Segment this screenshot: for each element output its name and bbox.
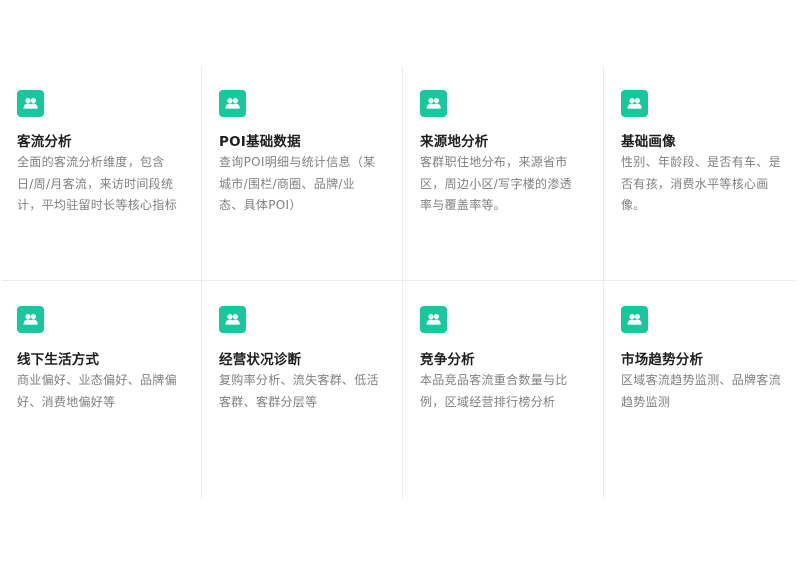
- feature-card-basic-profile[interactable]: 基础画像 性别、年龄段、是否有车、是否有孩，消费水平等核心画像。: [604, 66, 800, 281]
- feature-card-poi-data[interactable]: POI基础数据 查询POI明细与统计信息（某城市/围栏/商圈、品牌/业态、具体P…: [202, 66, 402, 281]
- feature-card-customer-flow[interactable]: 客流分析 全面的客流分析维度，包含日/周/月客流，来访时间段统计，平均驻留时长等…: [0, 66, 200, 281]
- users-icon: [420, 306, 447, 333]
- users-icon: [621, 306, 648, 333]
- feature-description: 本品竞品客流重合数量与比例，区域经营排行榜分析: [420, 373, 568, 409]
- feature-title: 竞争分析: [420, 352, 475, 368]
- feature-description: 客群职住地分布，来源省市区，周边小区/写字楼的渗透率与覆盖率等。: [420, 155, 572, 212]
- feature-description: 区域客流趋势监测、品牌客流趋势监测: [621, 373, 781, 409]
- feature-description: 性别、年龄段、是否有车、是否有孩，消费水平等核心画像。: [621, 155, 781, 212]
- feature-card-origin-analysis[interactable]: 来源地分析 客群职住地分布，来源省市区，周边小区/写字楼的渗透率与覆盖率等。: [403, 66, 603, 281]
- users-icon: [621, 90, 648, 117]
- feature-card-competition-analysis[interactable]: 竞争分析 本品竞品客流重合数量与比例，区域经营排行榜分析: [403, 281, 603, 496]
- feature-description: 复购率分析、流失客群、低活客群、客群分层等: [219, 373, 379, 409]
- feature-description: 商业偏好、业态偏好、品牌偏好、消费地偏好等: [17, 373, 177, 409]
- feature-card-offline-lifestyle[interactable]: 线下生活方式 商业偏好、业态偏好、品牌偏好、消费地偏好等: [0, 281, 200, 496]
- users-icon: [420, 90, 447, 117]
- feature-title: 基础画像: [621, 134, 676, 150]
- users-icon: [219, 90, 246, 117]
- feature-title: 客流分析: [17, 134, 72, 150]
- feature-title: 市场趋势分析: [621, 352, 704, 368]
- feature-card-business-diagnosis[interactable]: 经营状况诊断 复购率分析、流失客群、低活客群、客群分层等: [202, 281, 402, 496]
- feature-title: 经营状况诊断: [219, 352, 302, 368]
- users-icon: [219, 306, 246, 333]
- feature-grid: 客流分析 全面的客流分析维度，包含日/周/月客流，来访时间段统计，平均驻留时长等…: [0, 66, 800, 498]
- users-icon: [17, 306, 44, 333]
- feature-description: 查询POI明细与统计信息（某城市/围栏/商圈、品牌/业态、具体POI）: [219, 155, 376, 212]
- feature-title: 来源地分析: [420, 134, 489, 150]
- feature-card-market-trend[interactable]: 市场趋势分析 区域客流趋势监测、品牌客流趋势监测: [604, 281, 800, 496]
- feature-title: 线下生活方式: [17, 352, 100, 368]
- feature-title: POI基础数据: [219, 134, 301, 150]
- users-icon: [17, 90, 44, 117]
- feature-description: 全面的客流分析维度，包含日/周/月客流，来访时间段统计，平均驻留时长等核心指标: [17, 155, 177, 212]
